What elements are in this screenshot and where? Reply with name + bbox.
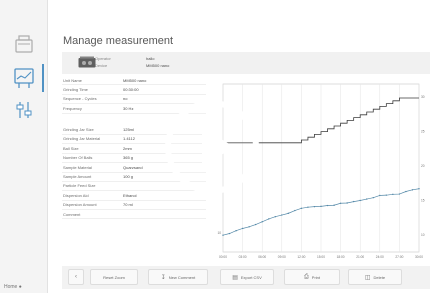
play-icon[interactable] [162, 97, 262, 197]
